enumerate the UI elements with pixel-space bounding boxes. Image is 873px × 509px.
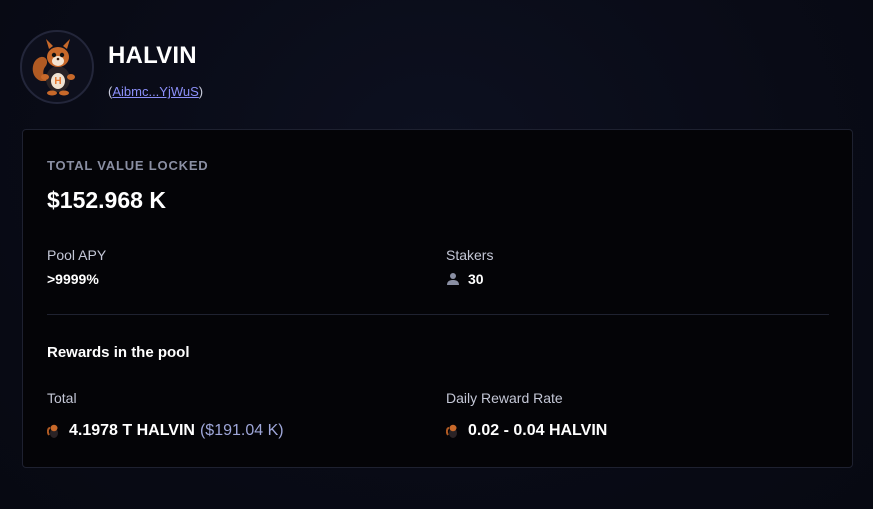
rewards-total-label: Total [47, 390, 77, 406]
token-avatar: H [20, 30, 94, 104]
daily-reward-rate-value: 0.02 - 0.04 HALVIN [468, 422, 608, 439]
pool-apy-label: Pool APY [47, 247, 107, 263]
halvin-token-icon [47, 423, 61, 439]
token-address: (Aibmc...YjWuS) [108, 84, 203, 99]
token-header: H HALVIN (Aibmc...YjWuS) [20, 30, 203, 104]
address-close-paren: ) [198, 84, 204, 99]
stakers-value: 30 [468, 271, 484, 287]
squirrel-mascot-icon: H [32, 39, 75, 96]
pool-stats-card: TOTAL VALUE LOCKED $152.968 K Pool APY >… [22, 129, 853, 468]
user-icon [446, 272, 460, 286]
rewards-total-row: 4.1978 T HALVIN ($191.04 K) [47, 422, 284, 440]
daily-reward-rate-row: 0.02 - 0.04 HALVIN [446, 422, 607, 440]
tvl-label: TOTAL VALUE LOCKED [47, 158, 209, 173]
rewards-section-title: Rewards in the pool [47, 344, 190, 361]
token-name: HALVIN [108, 42, 197, 69]
section-divider [47, 314, 829, 315]
svg-text:H: H [54, 76, 61, 87]
rewards-total-usd: ($191.04 K) [199, 422, 284, 439]
daily-reward-rate-label: Daily Reward Rate [446, 390, 563, 406]
rewards-total-value: 4.1978 T HALVIN [69, 422, 195, 439]
token-title-group: HALVIN (Aibmc...YjWuS) [108, 30, 203, 99]
stakers-value-row: 30 [446, 271, 484, 287]
halvin-token-icon [446, 423, 460, 439]
stakers-label: Stakers [446, 247, 494, 263]
tvl-value: $152.968 K [47, 187, 166, 213]
token-address-link[interactable]: Aibmc...YjWuS [112, 84, 198, 99]
pool-apy-value: >9999% [47, 271, 99, 287]
